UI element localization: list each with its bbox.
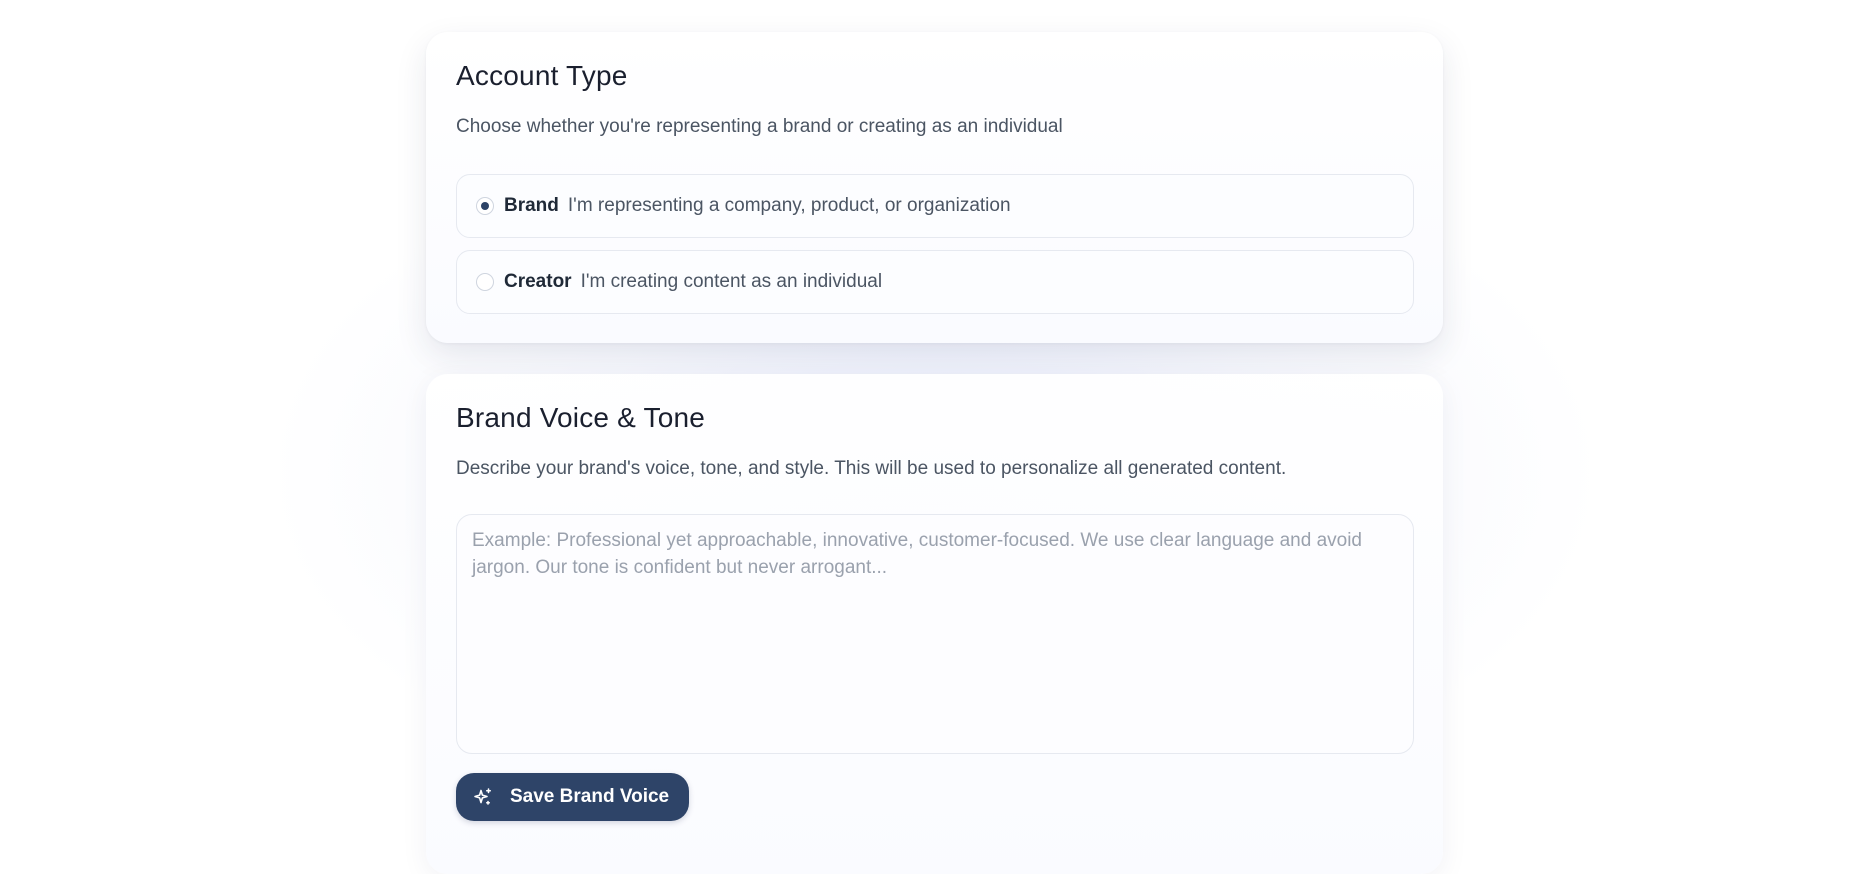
- creator-option-description: I'm creating content as an individual: [580, 271, 883, 292]
- brand-voice-title: Brand Voice & Tone: [456, 402, 706, 433]
- brand-voice-textarea[interactable]: [456, 514, 1414, 754]
- brand-voice-description: Describe your brand's voice, tone, and s…: [456, 458, 1287, 479]
- account-type-title: Account Type: [456, 60, 628, 91]
- brand-voice-card: Brand Voice & Tone Describe your brand's…: [426, 374, 1443, 874]
- brand-radio[interactable]: [476, 197, 494, 215]
- radio-selected-dot: [481, 202, 489, 210]
- brand-option-label: Brand: [504, 195, 559, 216]
- account-type-card: Account Type Choose whether you're repre…: [426, 32, 1443, 343]
- save-button-label: Save Brand Voice: [510, 786, 670, 807]
- save-brand-voice-button[interactable]: Save Brand Voice: [456, 773, 690, 821]
- creator-option-label: Creator: [504, 271, 572, 292]
- creator-radio[interactable]: [476, 273, 494, 291]
- sparkles-icon: [473, 787, 493, 807]
- account-option-brand[interactable]: Brand I'm representing a company, produc…: [456, 174, 1414, 238]
- account-option-creator[interactable]: Creator I'm creating content as an indiv…: [456, 250, 1414, 314]
- account-type-description: Choose whether you're representing a bra…: [456, 116, 1063, 137]
- brand-option-description: I'm representing a company, product, or …: [567, 195, 1011, 216]
